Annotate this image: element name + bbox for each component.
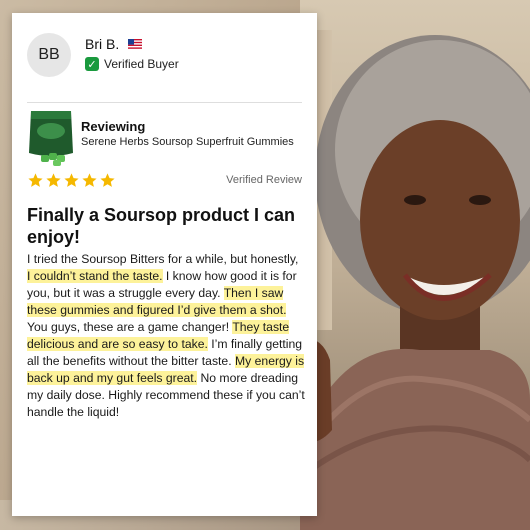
star-icon — [28, 173, 43, 187]
review-card: BB Bri B. ✓ Verified Buyer Reviewing Ser… — [12, 13, 317, 516]
rating-row: Verified Review — [27, 172, 302, 192]
us-flag-icon — [128, 39, 142, 49]
reviewer-name: Bri B. — [85, 36, 120, 52]
review-title: Finally a Soursop product I can enjoy! — [27, 205, 296, 247]
star-rating — [27, 172, 117, 189]
star-icon — [46, 173, 61, 187]
review-text: I tried the Soursop Bitters for a while,… — [27, 252, 299, 266]
highlighted-text: I couldn’t stand the taste. — [27, 269, 163, 283]
reviewing-label: Reviewing — [81, 119, 146, 134]
smiling-woman-photo — [290, 35, 530, 530]
verified-buyer-badge: ✓ Verified Buyer — [85, 57, 179, 71]
product-summary: Reviewing Serene Herbs Soursop Superfrui… — [27, 109, 302, 169]
star-icon — [64, 173, 79, 187]
review-text: You guys, these are a game changer! — [27, 320, 233, 334]
star-icon — [100, 173, 115, 187]
reviewer-header: BB Bri B. ✓ Verified Buyer — [27, 33, 302, 103]
star-icon — [82, 173, 97, 187]
product-image — [29, 111, 73, 166]
review-body: I tried the Soursop Bitters for a while,… — [27, 251, 305, 421]
verified-review-label: Verified Review — [226, 174, 302, 186]
avatar: BB — [27, 33, 71, 77]
verified-buyer-label: Verified Buyer — [104, 57, 179, 71]
checkmark-icon: ✓ — [85, 57, 99, 71]
product-name: Serene Herbs Soursop Superfruit Gummies — [81, 136, 294, 148]
